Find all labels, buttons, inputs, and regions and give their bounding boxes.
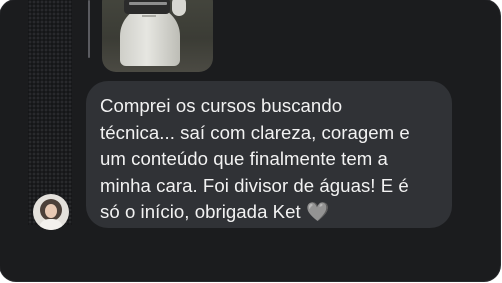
message-line: minha cara. Foi divisor de águas! E é	[100, 174, 409, 196]
story-sticker-subtext	[142, 15, 156, 17]
message-line: Comprei os cursos buscando	[100, 95, 343, 116]
background-pattern	[28, 0, 72, 225]
avatar-body	[39, 219, 63, 230]
story-figure-arm	[172, 0, 186, 16]
message-line: um conteúdo que finalmente tem a	[100, 148, 388, 169]
reply-indicator-line	[88, 0, 90, 58]
sender-avatar[interactable]	[33, 194, 69, 230]
message-bubble[interactable]: Comprei os cursos buscando técnica... sa…	[86, 81, 452, 228]
message-text: Comprei os cursos buscando técnica... sa…	[100, 93, 438, 226]
message-line: técnica... saí com clareza, coragem e	[100, 121, 410, 143]
chat-frame: Comprei os cursos buscando técnica... sa…	[0, 0, 500, 281]
message-line: só o início, obrigada Ket 🩶	[100, 201, 330, 222]
story-reply-thumbnail[interactable]	[102, 0, 213, 72]
story-sticker-text	[129, 2, 167, 5]
avatar-face	[45, 204, 57, 218]
